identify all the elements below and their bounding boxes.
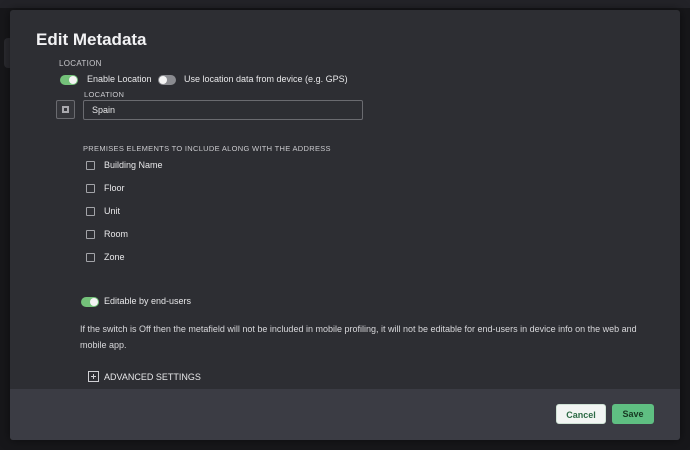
enable-location-toggle[interactable]: [60, 75, 78, 85]
checkbox-label-room: Room: [104, 229, 129, 239]
checkbox-floor[interactable]: [86, 184, 95, 193]
edit-metadata-dialog: Edit Metadata LOCATION Enable Location U…: [10, 10, 680, 440]
location-field-label: LOCATION: [84, 90, 125, 99]
enable-location-label: Enable Location: [87, 74, 152, 84]
checkbox-unit[interactable]: [86, 207, 95, 216]
editable-by-end-users-toggle[interactable]: [81, 297, 99, 307]
use-device-location-label: Use location data from device (e.g. GPS): [184, 74, 348, 84]
dialog-title: Edit Metadata: [36, 30, 147, 49]
toggle-knob: [69, 76, 77, 84]
map-picker-button[interactable]: [56, 100, 75, 119]
editable-by-end-users-label: Editable by end-users: [104, 296, 192, 306]
cancel-button[interactable]: Cancel: [556, 404, 606, 424]
toggle-knob: [90, 298, 98, 306]
checkbox-building-name[interactable]: [86, 161, 95, 170]
expand-plus-icon[interactable]: [88, 371, 99, 382]
checkbox-label-building-name: Building Name: [104, 160, 163, 170]
toggle-knob: [159, 76, 167, 84]
checkbox-label-unit: Unit: [104, 206, 121, 216]
premises-heading: PREMISES ELEMENTS TO INCLUDE ALONG WITH …: [83, 144, 331, 153]
save-button[interactable]: Save: [612, 404, 654, 424]
plus-vertical: [93, 374, 94, 379]
checkbox-label-floor: Floor: [104, 183, 125, 193]
use-device-location-toggle[interactable]: [158, 75, 176, 85]
location-input[interactable]: [84, 101, 362, 119]
map-grid-icon-center: [64, 108, 67, 111]
location-section-label: LOCATION: [59, 59, 102, 68]
editable-help-text: If the switch is Off then the metafield …: [80, 324, 637, 350]
background-top-bar: [0, 0, 690, 8]
checkbox-room[interactable]: [86, 230, 95, 239]
checkbox-zone[interactable]: [86, 253, 95, 262]
dialog-footer: Cancel Save: [10, 389, 680, 440]
location-input-wrapper: [83, 100, 363, 120]
advanced-settings-toggle[interactable]: ADVANCED SETTINGS: [104, 372, 201, 382]
checkbox-label-zone: Zone: [104, 252, 125, 262]
